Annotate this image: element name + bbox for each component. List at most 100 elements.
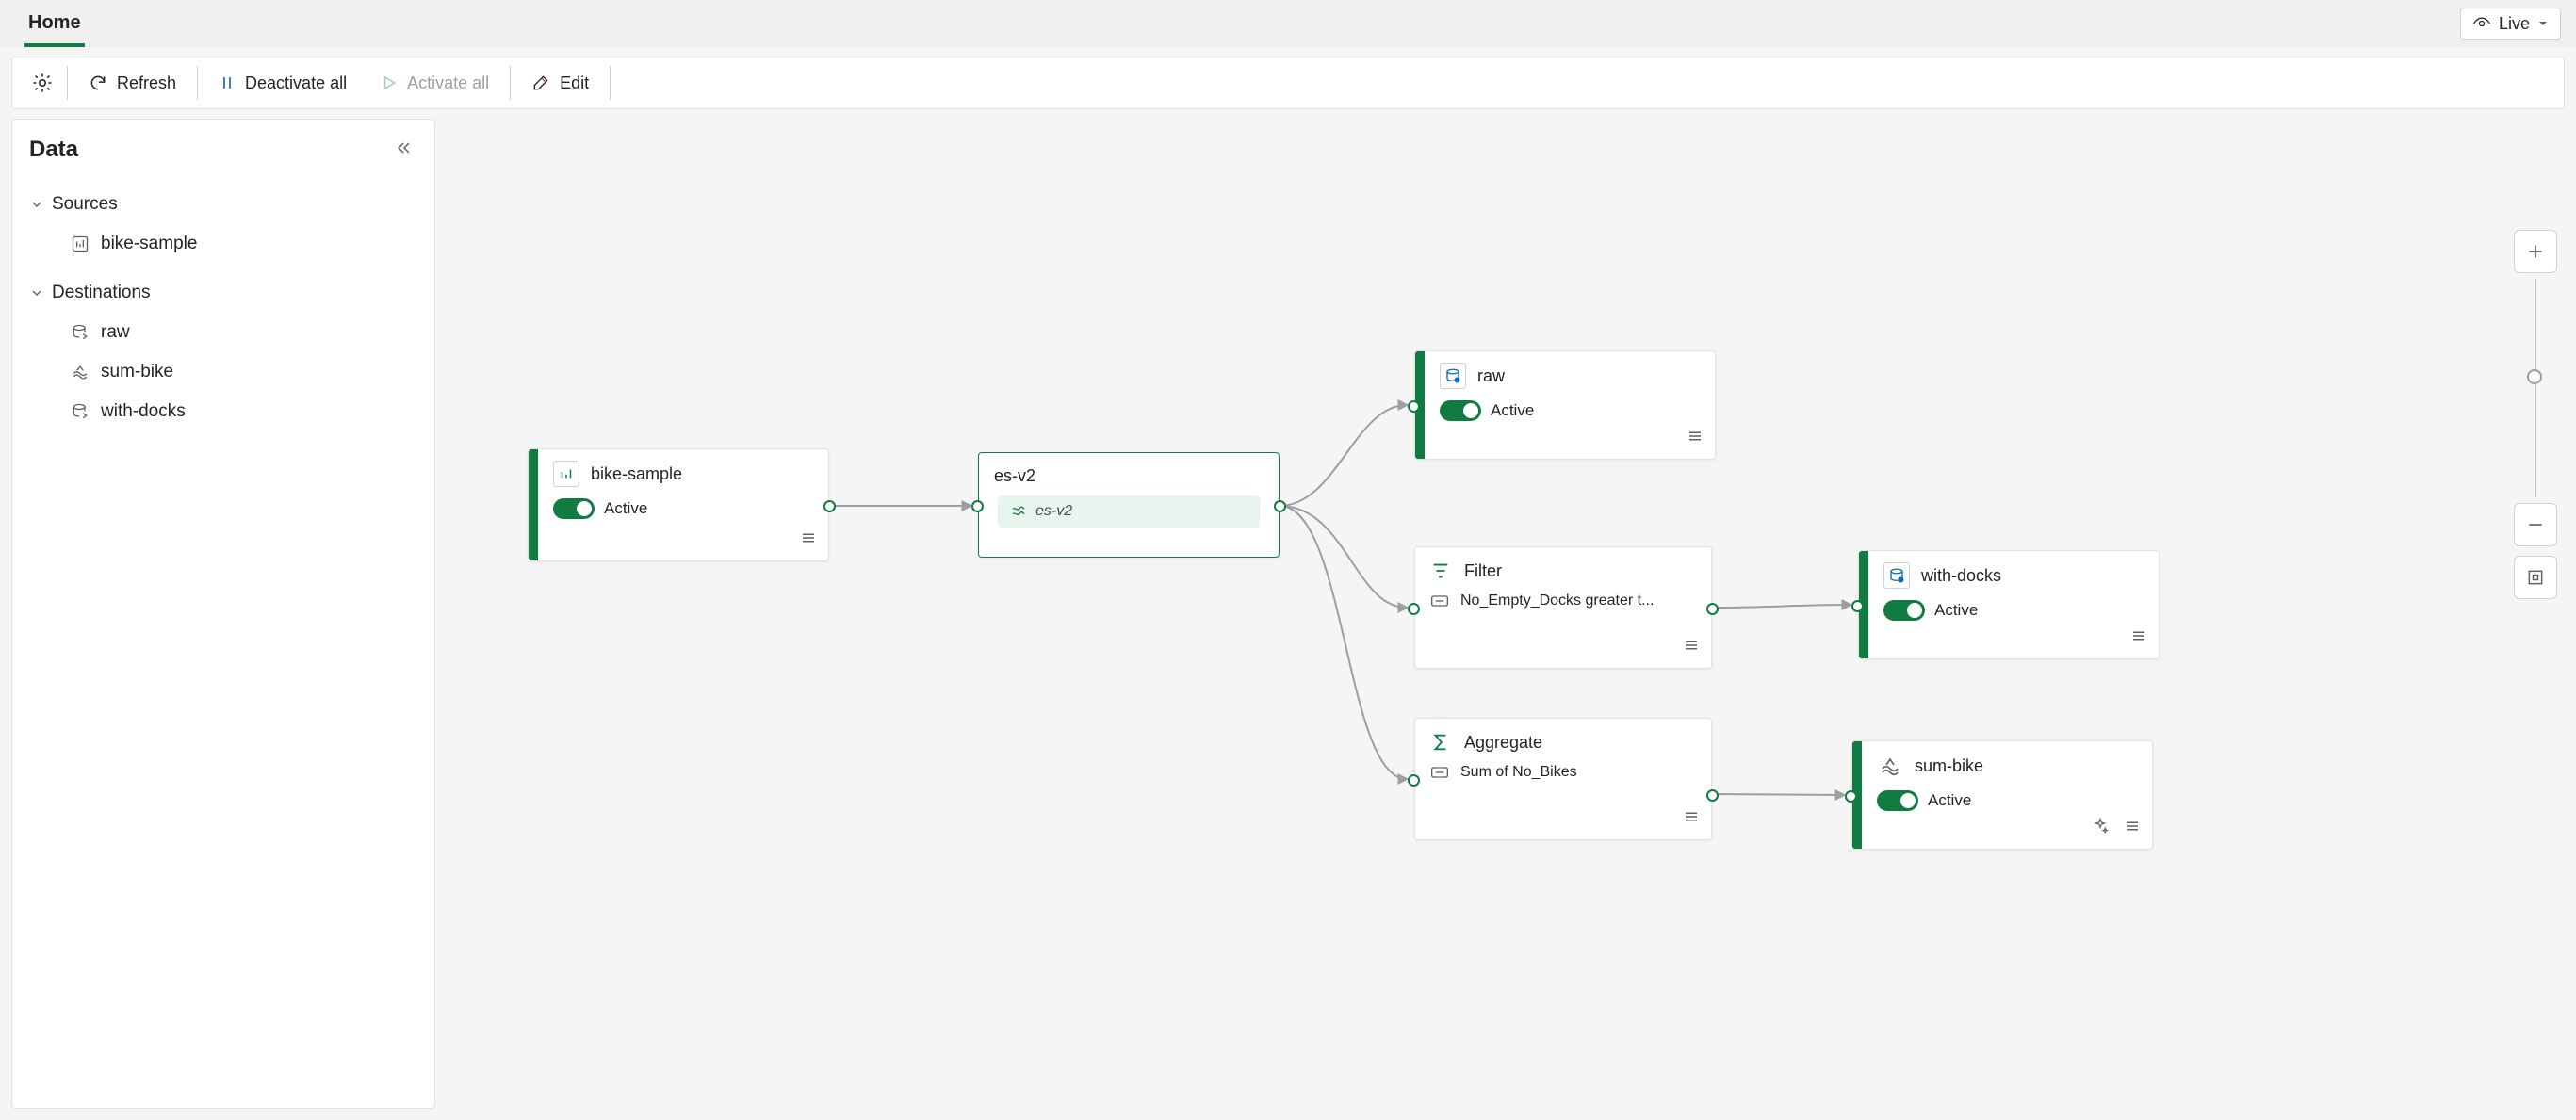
fit-view-button[interactable] — [2514, 556, 2557, 599]
settings-button[interactable] — [22, 64, 63, 102]
input-port[interactable] — [971, 500, 984, 512]
edit-icon — [531, 73, 550, 92]
zoom-in-button[interactable] — [2514, 230, 2557, 273]
output-port[interactable] — [1706, 603, 1719, 615]
live-button[interactable]: Live — [2460, 8, 2561, 40]
drag-handle-icon[interactable] — [2124, 818, 2141, 837]
destinations-section[interactable]: Destinations — [29, 273, 417, 313]
input-port[interactable] — [1408, 400, 1420, 413]
zoom-slider[interactable] — [2535, 279, 2536, 497]
drag-handle-icon[interactable] — [800, 529, 817, 549]
tab-bar: Home Live — [0, 0, 2576, 47]
node-aggregate[interactable]: Aggregate Sum of No_Bikes — [1414, 718, 1712, 840]
field-icon — [1430, 765, 1449, 780]
output-port[interactable] — [823, 500, 836, 512]
node-title: Aggregate — [1464, 733, 1542, 753]
ai-sparkle-icon[interactable] — [2092, 818, 2109, 837]
eye-icon — [2472, 14, 2491, 33]
tab-home[interactable]: Home — [24, 3, 85, 47]
zoom-out-button[interactable] — [2514, 503, 2557, 546]
database-out-icon — [71, 402, 90, 421]
separator — [610, 66, 611, 100]
node-es-v2[interactable]: es-v2 es-v2 — [978, 452, 1280, 558]
output-port[interactable] — [1706, 789, 1719, 802]
drag-handle-icon[interactable] — [1687, 428, 1704, 447]
toolbar: Refresh Deactivate all Activate all Edit — [11, 57, 2565, 109]
field-icon — [1430, 593, 1449, 609]
sidebar-title: Data — [29, 137, 78, 163]
node-sum-bike[interactable]: sum-bike Active — [1851, 740, 2153, 850]
refresh-button[interactable]: Refresh — [72, 64, 193, 102]
node-raw[interactable]: raw Active — [1414, 350, 1716, 460]
collapse-sidebar-button[interactable] — [391, 135, 417, 164]
node-title: bike-sample — [591, 464, 682, 484]
lakehouse-icon — [71, 363, 90, 381]
input-port[interactable] — [1408, 774, 1420, 787]
input-port[interactable] — [1851, 600, 1864, 612]
status-label: Active — [604, 499, 647, 518]
drag-handle-icon[interactable] — [1683, 637, 1700, 657]
stream-icon — [1011, 504, 1026, 519]
chevron-down-icon — [2537, 18, 2549, 29]
zoom-thumb[interactable] — [2527, 369, 2542, 384]
output-port[interactable] — [1274, 500, 1286, 512]
activate-all-label: Activate all — [407, 73, 489, 93]
filter-icon — [1430, 560, 1451, 581]
node-title: sum-bike — [1915, 756, 1983, 776]
activate-all-button[interactable]: Activate all — [364, 64, 506, 102]
node-title: Filter — [1464, 561, 1502, 581]
destination-item-label: raw — [101, 322, 130, 343]
node-title: es-v2 — [994, 466, 1035, 486]
chevron-down-icon — [29, 285, 44, 300]
live-label: Live — [2499, 14, 2530, 34]
drag-handle-icon[interactable] — [2130, 627, 2147, 647]
destination-item-raw[interactable]: raw — [29, 313, 417, 352]
fit-icon — [2526, 568, 2545, 587]
minus-icon — [2526, 515, 2545, 534]
separator — [67, 66, 68, 100]
active-toggle[interactable] — [553, 498, 595, 519]
source-item-bike-sample[interactable]: bike-sample — [29, 224, 417, 264]
node-title: raw — [1477, 366, 1505, 386]
destination-item-with-docks[interactable]: with-docks — [29, 392, 417, 431]
drag-handle-icon[interactable] — [1683, 808, 1700, 828]
separator — [197, 66, 198, 100]
node-filter[interactable]: Filter No_Empty_Docks greater t... — [1414, 546, 1712, 669]
sources-section[interactable]: Sources — [29, 185, 417, 224]
stream-chip[interactable]: es-v2 — [998, 495, 1260, 528]
aggregate-detail: Sum of No_Bikes — [1460, 764, 1577, 781]
input-port[interactable] — [1845, 790, 1857, 803]
plus-icon — [2526, 242, 2545, 261]
active-toggle[interactable] — [1883, 600, 1925, 621]
canvas[interactable]: bike-sample Active es-v2 es- — [441, 119, 2565, 1109]
zoom-controls — [2514, 230, 2557, 599]
gear-icon — [31, 72, 54, 94]
chevron-down-icon — [29, 197, 44, 212]
edit-button[interactable]: Edit — [514, 64, 606, 102]
separator — [510, 66, 511, 100]
chart-icon — [553, 461, 579, 487]
sources-label: Sources — [52, 194, 118, 215]
sigma-icon — [1430, 732, 1451, 753]
node-stripe — [529, 449, 538, 560]
chart-icon — [71, 235, 90, 253]
node-with-docks[interactable]: with-docks Active — [1858, 550, 2160, 659]
destination-item-label: with-docks — [101, 401, 186, 422]
sidebar: Data Sources bike-sample Destinations ra — [11, 119, 435, 1109]
pause-icon — [219, 74, 236, 91]
input-port[interactable] — [1408, 603, 1420, 615]
deactivate-all-button[interactable]: Deactivate all — [202, 64, 364, 102]
status-label: Active — [1934, 601, 1978, 620]
node-bike-sample[interactable]: bike-sample Active — [528, 448, 829, 561]
filter-detail: No_Empty_Docks greater t... — [1460, 592, 1654, 609]
active-toggle[interactable] — [1440, 400, 1481, 421]
lakehouse-icon — [1877, 753, 1903, 779]
status-label: Active — [1491, 401, 1534, 420]
source-item-label: bike-sample — [101, 234, 197, 254]
chevron-double-left-icon — [395, 138, 414, 157]
destination-item-label: sum-bike — [101, 362, 173, 382]
deactivate-all-label: Deactivate all — [245, 73, 347, 93]
active-toggle[interactable] — [1877, 790, 1918, 811]
refresh-icon — [89, 73, 107, 92]
destination-item-sum-bike[interactable]: sum-bike — [29, 352, 417, 392]
